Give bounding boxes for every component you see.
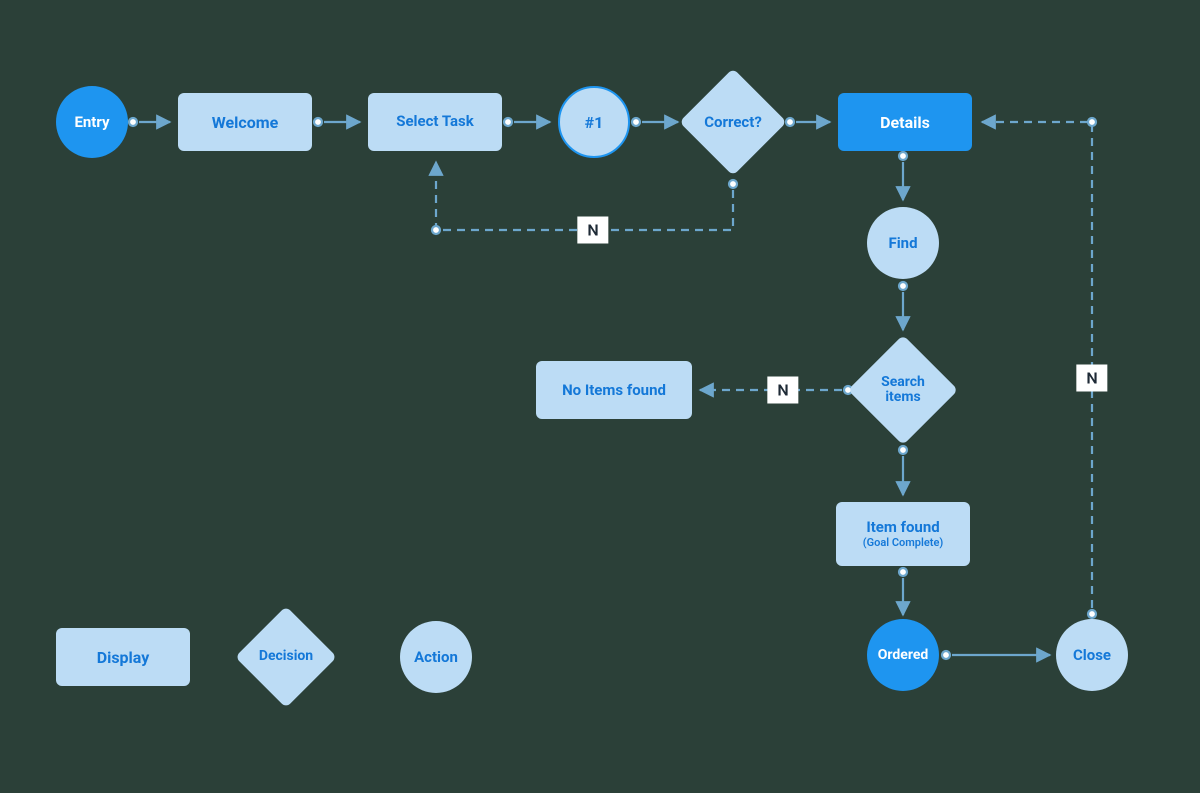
node-entry: Entry — [56, 86, 128, 158]
node-item-found: Item found (Goal Complete) — [836, 502, 970, 566]
node-ordered: Ordered — [867, 619, 939, 691]
node-no-items: No Items found — [536, 361, 692, 419]
node-select-task-label: Select Task — [396, 113, 474, 130]
node-find: Find — [867, 207, 939, 279]
node-no-items-label: No Items found — [562, 381, 666, 399]
node-correct: Correct? — [695, 84, 771, 160]
node-find-label: Find — [888, 234, 917, 252]
edge-label-search-no: N — [767, 377, 798, 404]
node-item-found-sub: (Goal Complete) — [863, 537, 943, 549]
node-entry-label: Entry — [74, 113, 109, 131]
legend-action: Action — [400, 621, 472, 693]
node-close-label: Close — [1073, 646, 1111, 664]
legend-display: Display — [56, 628, 190, 686]
flowchart-canvas: Entry Welcome Select Task #1 Correct? De… — [0, 0, 1200, 793]
edge-label-correct-no: N — [577, 217, 608, 244]
node-select-task: Select Task — [368, 93, 502, 151]
legend-action-label: Action — [414, 648, 458, 666]
node-item-found-label: Item found (Goal Complete) — [863, 519, 943, 550]
node-close: Close — [1056, 619, 1128, 691]
node-ordered-label: Ordered — [878, 647, 929, 663]
legend-display-label: Display — [97, 648, 150, 667]
legend-decision: Decision — [250, 621, 322, 693]
node-welcome: Welcome — [178, 93, 312, 151]
edge-label-close-no: N — [1076, 365, 1107, 392]
node-num1-label: #1 — [585, 113, 604, 132]
node-num1: #1 — [558, 86, 630, 158]
node-search-items: Search items — [864, 351, 942, 429]
node-details-label: Details — [880, 113, 930, 132]
node-correct-label: Correct? — [704, 114, 762, 131]
legend-decision-label: Decision — [259, 649, 313, 664]
node-welcome-label: Welcome — [212, 113, 279, 132]
node-search-items-label: Search items — [864, 375, 942, 406]
node-details: Details — [838, 93, 972, 151]
